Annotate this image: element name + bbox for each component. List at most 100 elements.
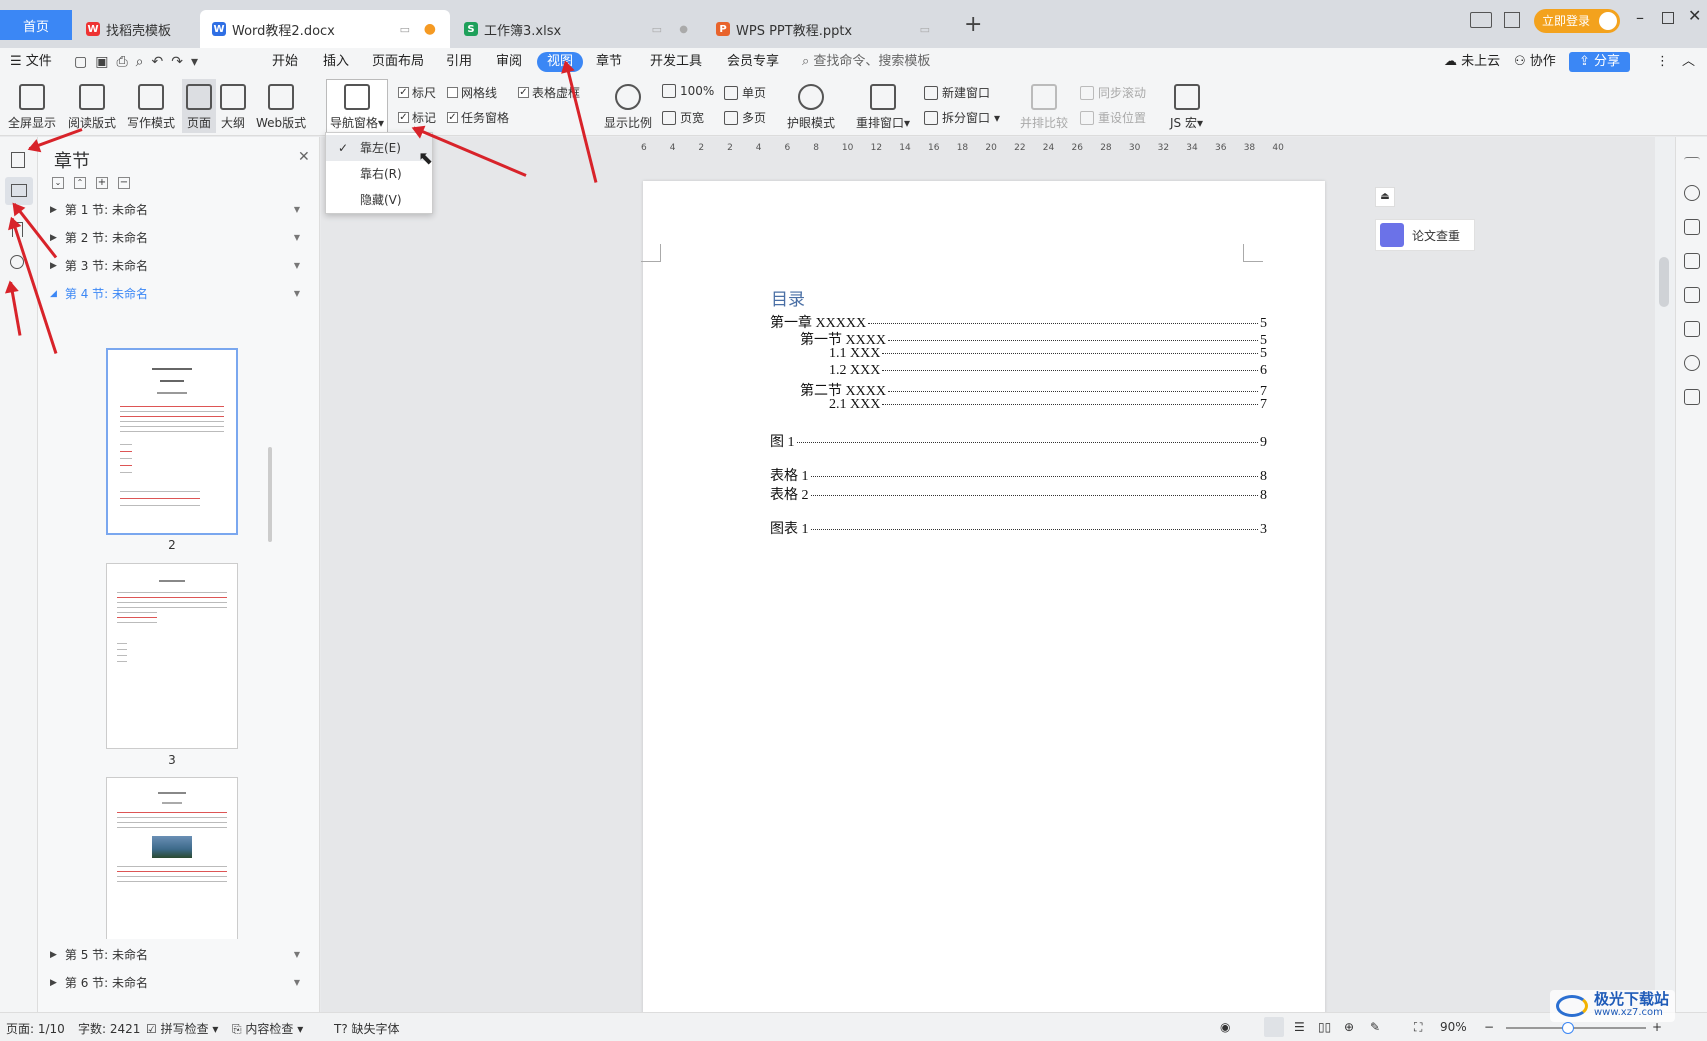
tab-word-doc[interactable]: W Word教程2.docx ▭ ● xyxy=(200,10,450,48)
section-item-active[interactable]: ◢ 第 4 节: 未命名 ▼ xyxy=(50,285,300,302)
toc-entry[interactable]: 1.2 XXX 6 xyxy=(829,363,1267,379)
document-page[interactable]: 目录 第一章 XXXXX 5 第一节 XXXX 5 1.1 XXX 5 1.2 XXX… xyxy=(641,181,1325,1021)
edit-icon[interactable] xyxy=(1684,219,1700,235)
collapse-all-icon[interactable]: ⌄ xyxy=(52,177,64,189)
search-icon[interactable] xyxy=(10,255,24,269)
chevron-down-icon[interactable]: ▼ xyxy=(294,978,300,987)
collab-button[interactable]: ⚇ 协作 xyxy=(1514,52,1556,72)
zoom-level[interactable]: 90% xyxy=(1440,1020,1467,1034)
reading-view-icon[interactable]: ▯▯ xyxy=(1318,1020,1331,1034)
page-thumbnail[interactable] xyxy=(106,348,238,535)
writing-mode-button[interactable]: 写作模式 xyxy=(127,84,175,131)
word-count[interactable]: 字数: 2421 xyxy=(78,1020,140,1037)
menu-reference[interactable]: 引用 xyxy=(446,52,472,72)
page-width-button[interactable]: 页宽 xyxy=(662,109,704,126)
monitor-icon[interactable]: ▭ xyxy=(400,23,410,36)
zoom-slider[interactable] xyxy=(1506,1022,1646,1034)
chevron-down-icon[interactable]: ▼ xyxy=(294,233,300,242)
tab-excel[interactable]: S 工作簿3.xlsx ▭ ● xyxy=(452,10,702,48)
spell-check-button[interactable]: ☑ 拼写检查 ▾ xyxy=(146,1020,218,1037)
menu-vip[interactable]: 会员专享 xyxy=(727,52,779,72)
single-page-button[interactable]: 单页 xyxy=(724,84,766,101)
dropdown-item-hide[interactable]: 隐藏(V) xyxy=(326,187,432,213)
command-search[interactable]: ⌕ 查找命令、搜索模板 xyxy=(802,52,930,72)
toc-entry[interactable]: 1.1 XXX 5 xyxy=(829,346,1267,362)
new-window-button[interactable]: 新建窗口 xyxy=(924,84,990,101)
monitor-icon[interactable]: ▭ xyxy=(652,23,662,36)
toc-entry[interactable]: 表格 2 8 xyxy=(770,484,1267,504)
js-macro-button[interactable]: JS 宏▾ xyxy=(1170,84,1203,131)
more-icon[interactable]: ⋮ xyxy=(1656,52,1669,72)
cursor-icon[interactable] xyxy=(1684,253,1700,269)
tab-template[interactable]: W 找稻壳模板 xyxy=(74,10,198,48)
nav-pane-button[interactable]: 导航窗格▾ xyxy=(326,79,389,134)
maximize-icon[interactable] xyxy=(1662,12,1674,24)
menu-lines-icon[interactable] xyxy=(1684,157,1700,173)
page-thumbnail[interactable] xyxy=(106,777,238,939)
minimize-icon[interactable]: – xyxy=(1636,8,1644,27)
paper-check-button[interactable]: 论文查重 xyxy=(1375,219,1475,251)
remove-icon[interactable]: − xyxy=(118,177,130,189)
file-menu[interactable]: ☰ 文件 xyxy=(10,52,52,72)
zoom-out-button[interactable]: − xyxy=(1484,1020,1494,1034)
layout-icon[interactable] xyxy=(1470,12,1492,28)
multi-page-button[interactable]: 多页 xyxy=(724,109,766,126)
fit-icon[interactable]: ⛶ xyxy=(1414,1020,1422,1035)
page-view-icon[interactable] xyxy=(1264,1017,1284,1037)
eye-care-button[interactable]: 护眼模式 xyxy=(787,84,835,131)
tab-home[interactable]: 首页 xyxy=(0,10,72,40)
image-icon[interactable] xyxy=(1684,321,1700,337)
menu-start[interactable]: 开始 xyxy=(272,52,298,72)
toc-entry[interactable]: 2.1 XXX 7 xyxy=(829,397,1267,413)
toc-entry[interactable]: 表格 1 8 xyxy=(770,465,1267,485)
login-button[interactable]: 立即登录 xyxy=(1534,9,1620,33)
chevron-down-icon[interactable]: ▼ xyxy=(294,289,300,298)
outline-view-icon[interactable]: ☰ xyxy=(1294,1020,1305,1034)
zoom-in-button[interactable]: + xyxy=(1652,1020,1662,1034)
chevron-down-icon[interactable]: ▼ xyxy=(294,205,300,214)
zoom-ratio-button[interactable]: 显示比例 xyxy=(604,84,652,131)
menu-chapter[interactable]: 章节 xyxy=(596,52,622,72)
close-icon[interactable]: ✕ xyxy=(1688,6,1701,25)
toc-entry[interactable]: 图 1 9 xyxy=(770,431,1267,451)
reading-mode-button[interactable]: 阅读版式 xyxy=(68,84,116,131)
section-item[interactable]: ▶ 第 1 节: 未命名 ▼ xyxy=(50,201,300,218)
task-pane-checkbox[interactable]: ✓ 任务窗格 xyxy=(447,109,509,126)
vertical-scrollbar[interactable] xyxy=(1655,137,1675,1012)
side-by-side-button[interactable]: 并排比较 xyxy=(1020,84,1068,131)
rocket-icon[interactable] xyxy=(1684,185,1700,201)
new-tab-button[interactable]: + xyxy=(964,12,982,37)
eye-icon[interactable]: ◉ xyxy=(1220,1020,1230,1034)
monitor-icon[interactable]: ▭ xyxy=(920,23,930,36)
horizontal-ruler[interactable]: 6 4 2 2 4 6 8 10 12 14 16 18 20 22 24 26 28 30 32 34 36 38 40 xyxy=(641,143,1284,157)
page-thumbnail[interactable] xyxy=(106,563,238,749)
toc-entry[interactable]: 图表 1 3 xyxy=(770,518,1267,538)
collapse-panel-icon[interactable]: ⏏ xyxy=(1375,187,1395,207)
menu-insert[interactable]: 插入 xyxy=(323,52,349,72)
reset-position-button[interactable]: 重设位置 xyxy=(1080,109,1146,126)
chevron-down-icon[interactable]: ▼ xyxy=(294,261,300,270)
close-icon[interactable]: ✕ xyxy=(298,149,310,165)
dropdown-item-left[interactable]: ✓ 靠左(E) xyxy=(326,135,432,161)
collapse-ribbon-icon[interactable]: ︿ xyxy=(1682,52,1695,72)
quick-access-toolbar[interactable]: ▢▣⎙⌕↶↷▾ xyxy=(74,52,206,72)
cloud-button[interactable]: ☁ 未上云 xyxy=(1444,52,1500,72)
document-icon[interactable] xyxy=(11,152,25,168)
dropdown-item-right[interactable]: 靠右(R) xyxy=(326,161,432,187)
write-view-icon[interactable]: ✎ xyxy=(1370,1020,1380,1034)
chevron-down-icon[interactable]: ▼ xyxy=(294,950,300,959)
menu-review[interactable]: 审阅 xyxy=(496,52,522,72)
grid-icon[interactable] xyxy=(1504,12,1520,28)
content-check-button[interactable]: ⎘ 内容检查 ▾ xyxy=(232,1020,303,1037)
ruler-checkbox[interactable]: ✓ 标尺 xyxy=(398,84,436,101)
zoom-100-button[interactable]: 100% xyxy=(662,84,714,98)
section-item[interactable]: ▶ 第 3 节: 未命名 ▼ xyxy=(50,257,300,274)
scroll-thumb[interactable] xyxy=(1659,257,1669,307)
scrollbar[interactable] xyxy=(268,447,272,542)
page-indicator[interactable]: 页面: 1/10 xyxy=(6,1020,65,1037)
menu-devtools[interactable]: 开发工具 xyxy=(650,52,702,72)
tab-ppt[interactable]: P WPS PPT教程.pptx ▭ xyxy=(704,10,954,48)
page-view-button[interactable]: 页面 xyxy=(182,79,216,133)
section-item[interactable]: ▶ 第 6 节: 未命名 ▼ xyxy=(50,974,300,991)
book-icon[interactable] xyxy=(1684,389,1700,405)
